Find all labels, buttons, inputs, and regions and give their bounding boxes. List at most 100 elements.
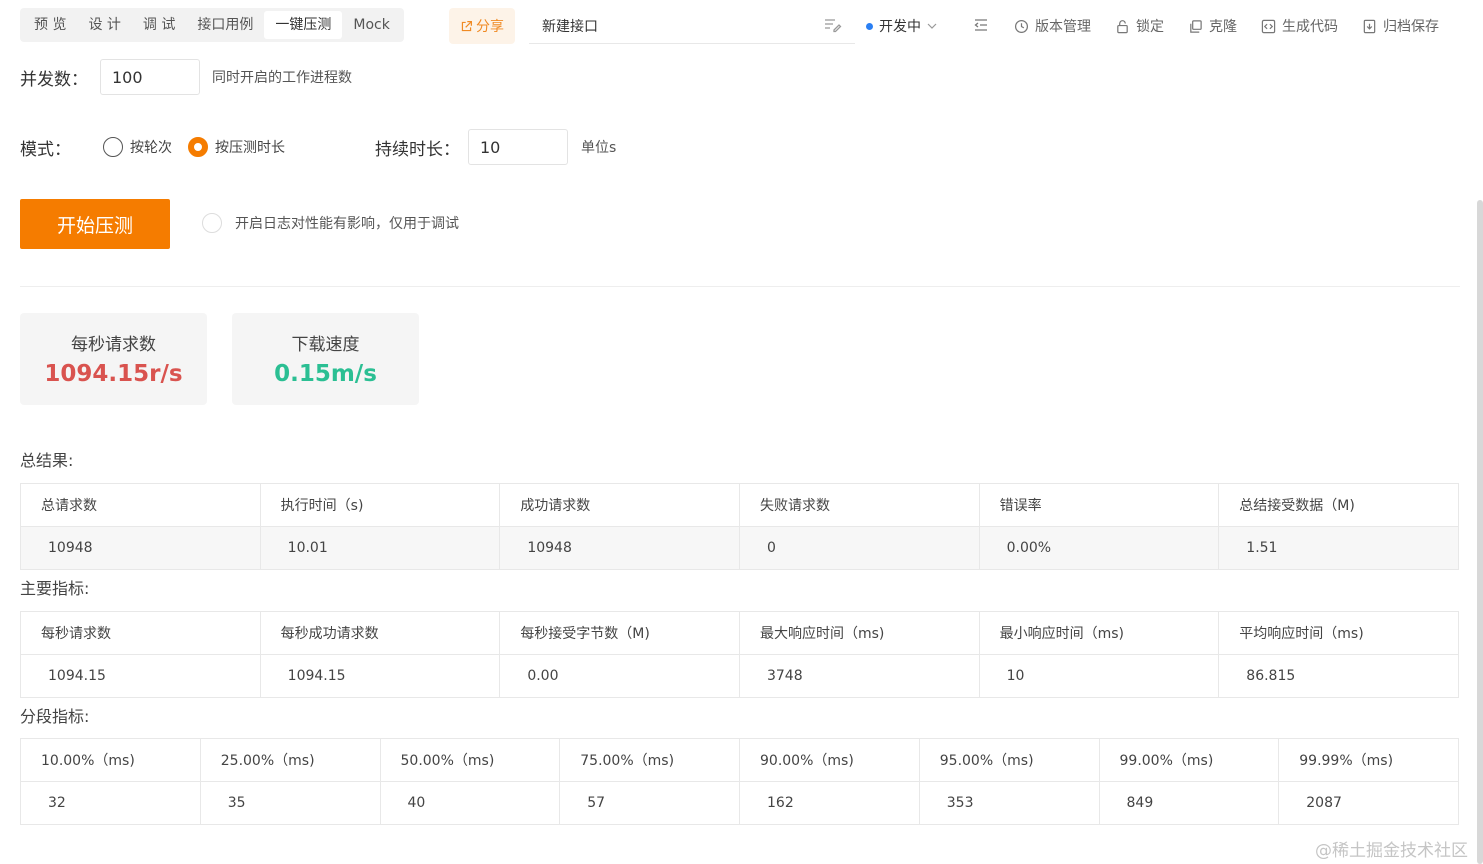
stat-value: 0.15m/s [274,361,377,387]
checkbox-unchecked-icon [202,213,222,233]
top-bar: 预 览 设 计 调 试 接口用例 一键压测 Mock 分享 开发中 版本管理 锁… [0,0,1483,52]
table-header-cell: 50.00%（ms) [379,738,561,782]
status-dot [866,22,873,30]
collapse-panel-icon[interactable] [974,18,988,32]
table-cell: 353 [918,781,1100,825]
share-label: 分享 [476,19,504,35]
radio-unchecked-icon [103,137,123,157]
code-icon [1261,19,1276,33]
archive-save-label: 归档保存 [1383,19,1439,35]
tab-api-cases[interactable]: 接口用例 [186,11,264,39]
table-header-cell: 成功请求数 [499,483,740,527]
concurrency-input[interactable] [100,59,200,95]
stat-title: 下载速度 [291,335,360,355]
table-header-cell: 最大响应时间（ms) [738,611,980,655]
clone-label: 克隆 [1209,19,1237,35]
concurrency-label: 并发数： [20,69,88,90]
status-label: 开发中 [879,19,921,35]
duration-input[interactable] [468,129,568,165]
table-row: 10948 10.01 10948 0 0.00% 1.51 [20,526,1459,570]
table-header-cell: 执行时间（s) [259,483,501,527]
edit-description-icon[interactable] [824,17,842,33]
table-row: 1094.15 1094.15 0.00 3748 10 86.815 [20,654,1459,698]
mode-label: 模式： [20,139,71,160]
main-metrics-title: 主要指标: [20,579,90,598]
table-row: 32 35 40 57 162 353 849 2087 [20,781,1459,825]
table-cell: 10948 [499,526,740,570]
table-cell: 2087 [1278,781,1459,825]
table-cell: 40 [379,781,561,825]
stat-card-rps: 每秒请求数 1094.15r/s [20,313,207,405]
tab-debug[interactable]: 调 试 [132,11,186,39]
table-header-cell: 每秒请求数 [20,611,261,655]
status-dropdown[interactable]: 开发中 [866,8,937,44]
lock-button[interactable]: 锁定 [1115,16,1164,36]
share-icon [461,20,472,31]
table-header-row: 总请求数 执行时间（s) 成功请求数 失败请求数 错误率 总结接受数据（M) [20,483,1459,527]
clock-icon [1014,19,1029,33]
share-button[interactable]: 分享 [449,8,515,44]
table-header-cell: 错误率 [978,483,1220,527]
table-header-cell: 失败请求数 [738,483,980,527]
archive-save-button[interactable]: 归档保存 [1362,16,1439,36]
lock-icon [1117,19,1128,33]
mode-row: 模式： 按轮次 按压测时长 持续时长： 单位s [20,129,616,165]
table-header-cell: 75.00%（ms) [559,738,740,782]
toolbar-actions: 版本管理 锁定 克隆 生成代码 归档保存 [1014,8,1439,44]
archive-icon [1363,19,1376,33]
mode-rounds-label: 按轮次 [130,140,172,156]
mode-radio-duration[interactable]: 按压测时长 [188,137,285,157]
start-load-test-button[interactable]: 开始压测 [20,199,170,249]
table-header-row: 每秒请求数 每秒成功请求数 每秒接受字节数（M) 最大响应时间（ms) 最小响应… [20,611,1459,655]
summary-title: 总结果: [20,451,74,470]
version-management-button[interactable]: 版本管理 [1014,16,1091,36]
section-divider [20,286,1460,287]
api-name-input[interactable] [529,8,855,44]
summary-table: 总请求数 执行时间（s) 成功请求数 失败请求数 错误率 总结接受数据（M) 1… [20,483,1459,570]
table-header-cell: 总结接受数据（M) [1218,483,1459,527]
log-option-checkbox[interactable]: 开启日志对性能有影响，仅用于调试 [202,213,459,233]
lock-label: 锁定 [1136,19,1164,35]
table-header-cell: 95.00%（ms) [918,738,1100,782]
concurrency-hint: 同时开启的工作进程数 [212,70,352,86]
table-cell: 1094.15 [259,654,501,698]
mode-duration-label: 按压测时长 [215,140,285,156]
clone-icon [1190,19,1202,33]
version-management-label: 版本管理 [1035,19,1091,35]
segment-metrics-table: 10.00%（ms) 25.00%（ms) 50.00%（ms) 75.00%（… [20,738,1459,825]
table-cell: 10948 [20,526,261,570]
generate-code-button[interactable]: 生成代码 [1261,16,1338,36]
duration-unit: 单位s [581,140,617,156]
chevron-down-icon [927,23,937,29]
stat-title: 每秒请求数 [71,335,156,355]
table-cell: 162 [739,781,920,825]
table-cell: 10 [978,654,1220,698]
table-header-cell: 平均响应时间（ms) [1218,611,1459,655]
table-cell: 3748 [738,654,980,698]
table-cell: 10.01 [259,526,501,570]
table-cell: 849 [1098,781,1280,825]
log-option-label: 开启日志对性能有影响，仅用于调试 [235,216,459,232]
tab-design[interactable]: 设 计 [77,11,131,39]
tab-preview[interactable]: 预 览 [23,11,77,39]
table-cell: 0 [738,526,980,570]
generate-code-label: 生成代码 [1282,19,1338,35]
table-cell: 0.00 [499,654,740,698]
table-header-cell: 10.00%（ms) [20,738,201,782]
table-cell: 0.00% [978,526,1220,570]
table-cell: 32 [20,781,201,825]
table-cell: 86.815 [1218,654,1459,698]
table-header-cell: 99.00%（ms) [1098,738,1280,782]
table-cell: 57 [559,781,740,825]
table-header-cell: 最小响应时间（ms) [978,611,1220,655]
tab-mock[interactable]: Mock [342,11,400,39]
mode-radio-rounds[interactable]: 按轮次 [103,137,172,157]
table-header-cell: 总请求数 [20,483,261,527]
clone-button[interactable]: 克隆 [1188,16,1237,36]
concurrency-row: 并发数： 同时开启的工作进程数 [20,59,352,95]
table-cell: 1.51 [1218,526,1459,570]
table-header-cell: 每秒接受字节数（M) [499,611,740,655]
main-metrics-table: 每秒请求数 每秒成功请求数 每秒接受字节数（M) 最大响应时间（ms) 最小响应… [20,611,1459,698]
tab-load-test[interactable]: 一键压测 [264,11,343,39]
vertical-scrollbar[interactable] [1477,200,1483,864]
